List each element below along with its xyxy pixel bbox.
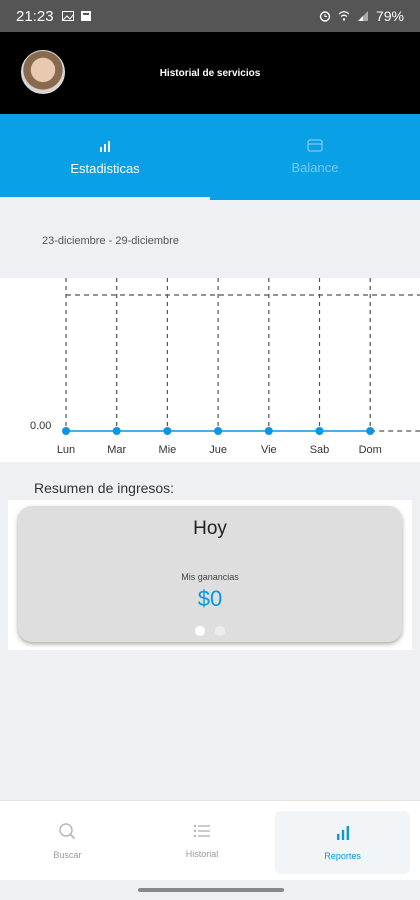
data-point [214, 427, 223, 435]
tab-label: Estadisticas [70, 160, 140, 176]
bottom-nav: Buscar Historial Reportes [0, 800, 420, 880]
card-icon [307, 139, 323, 152]
x-tick-label: Jue [209, 444, 227, 456]
wifi-icon [338, 11, 350, 21]
card-amount: $0 [197, 586, 223, 611]
nav-historial[interactable]: Historial [135, 801, 270, 880]
bar-chart-icon [336, 825, 349, 840]
alarm-icon [319, 11, 331, 22]
notification-icon [80, 11, 91, 21]
nav-buscar[interactable]: Buscar [0, 801, 135, 880]
search-icon [59, 822, 76, 839]
tab-balance[interactable]: Balance [210, 114, 420, 200]
data-point [315, 427, 324, 435]
data-point [62, 427, 70, 435]
tab-estadisticas[interactable]: Estadisticas [0, 114, 210, 200]
status-bar: 21:23 79% [0, 0, 420, 32]
nav-label: Historial [185, 848, 219, 859]
summary-title: Resumen de ingresos: [34, 480, 175, 496]
status-time: 21:23 [16, 7, 54, 25]
tab-bar: Estadisticas Balance [0, 114, 420, 200]
x-tick-label: Mie [159, 444, 177, 456]
data-point [264, 427, 273, 435]
image-icon [61, 11, 74, 21]
y-tick-label: 0.00 [30, 420, 51, 432]
date-range[interactable]: 23-diciembre - 29-diciembre [10, 210, 380, 272]
status-left-icons [61, 10, 92, 22]
page-title: Historial de servicios [159, 68, 261, 79]
bar-chart-icon [100, 140, 110, 152]
x-tick-label: Lun [57, 444, 75, 456]
signal-icon [357, 11, 368, 21]
nav-label: Buscar [53, 849, 82, 860]
tab-label: Balance [291, 160, 339, 175]
home-indicator[interactable] [138, 888, 284, 892]
list-icon [193, 824, 210, 837]
x-tick-label: Dom [359, 444, 382, 456]
x-tick-label: Sab [310, 444, 330, 456]
card-period: Hoy [193, 518, 227, 539]
date-range-label: 23-diciembre - 29-diciembre [42, 235, 179, 247]
carousel-dot[interactable] [215, 626, 225, 636]
data-point [163, 427, 172, 435]
data-point [366, 427, 375, 435]
battery-percent: 79% [375, 8, 404, 24]
card-earnings-label: Mis ganancias [181, 572, 239, 582]
app-header: Historial de servicios [0, 32, 420, 114]
chart-svg: 0.00 Lun Mar Mie Jue Vie Sab Dom [30, 278, 420, 456]
carousel-dot[interactable] [195, 626, 205, 636]
carousel-dots [18, 626, 402, 636]
data-point [112, 427, 121, 435]
x-tick-label: Vie [261, 444, 277, 456]
status-right: 79% [319, 8, 404, 24]
nav-label: Reportes [324, 850, 361, 861]
earnings-card[interactable]: Hoy Mis ganancias $0 [18, 506, 402, 642]
earnings-chart: 0.00 Lun Mar Mie Jue Vie Sab Dom [0, 278, 420, 462]
nav-reportes[interactable]: Reportes [275, 811, 411, 874]
x-tick-label: Mar [107, 444, 126, 456]
summary-carousel[interactable]: Hoy Mis ganancias $0 [8, 500, 412, 650]
